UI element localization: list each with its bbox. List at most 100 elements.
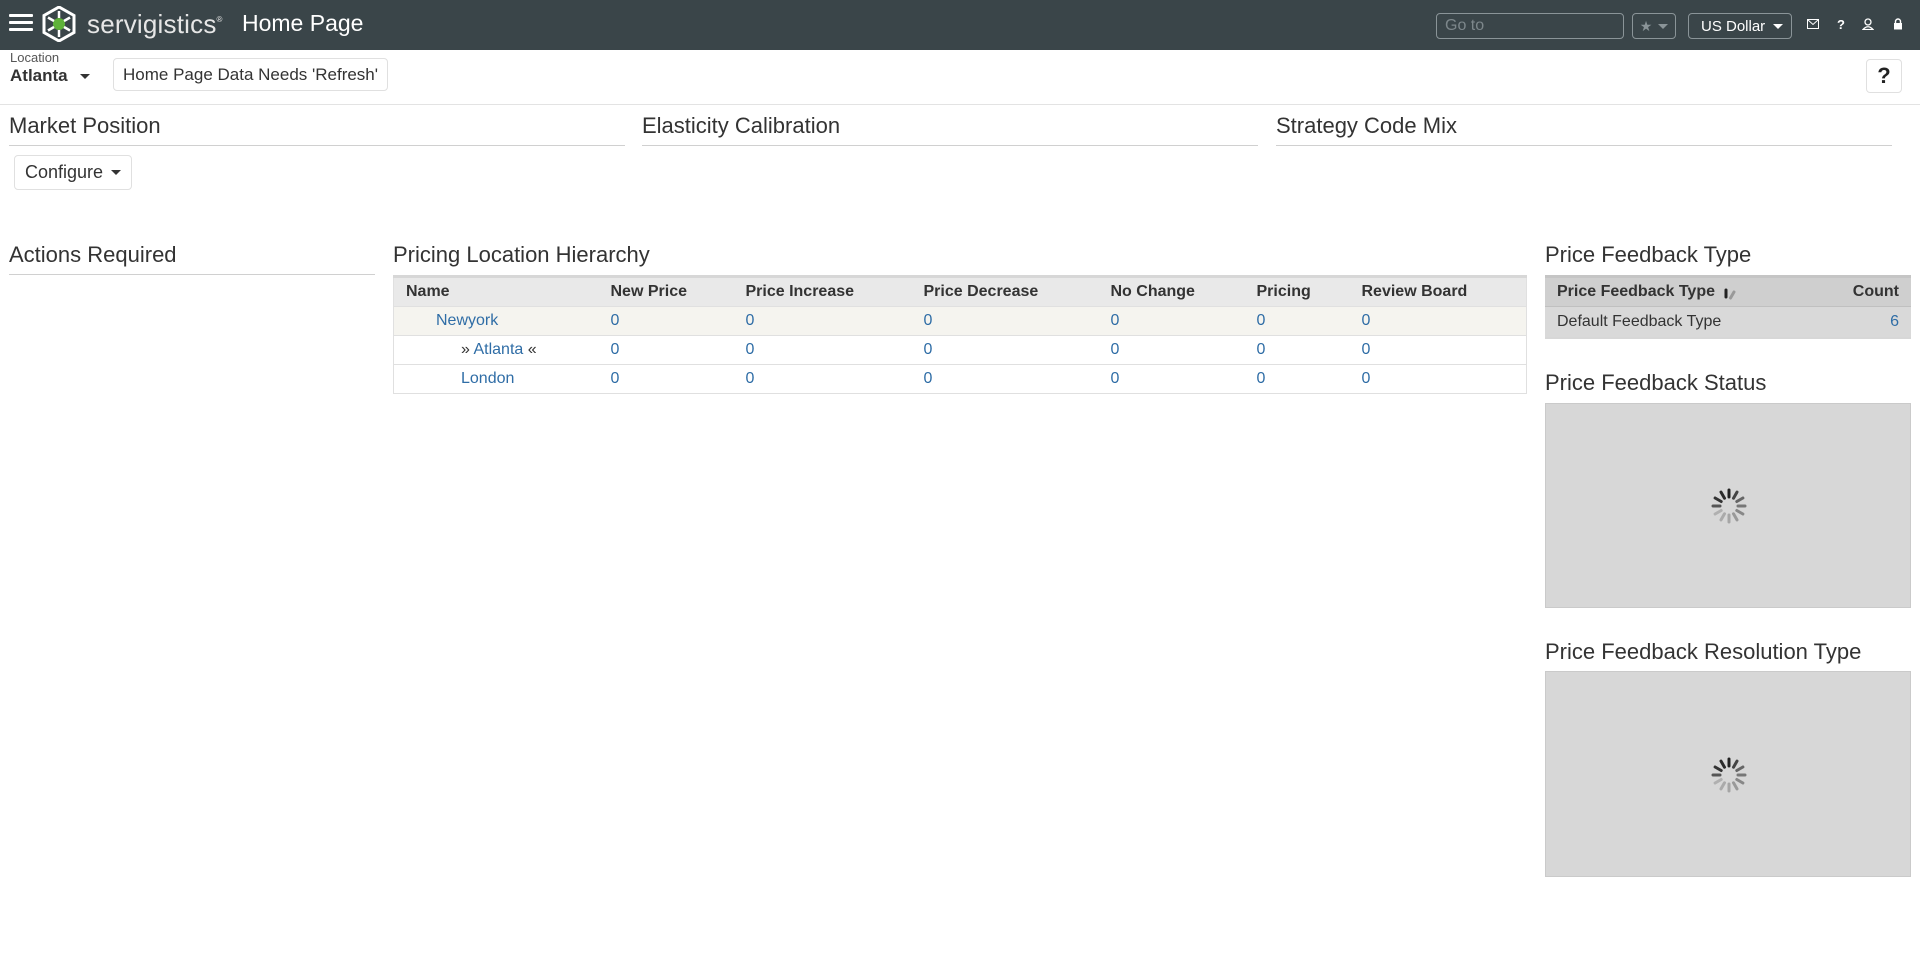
favorites-button[interactable]: ★ xyxy=(1632,13,1676,39)
currency-value: US Dollar xyxy=(1701,17,1766,35)
count-link[interactable]: 0 xyxy=(1362,341,1371,358)
value-cell: 0 xyxy=(1244,364,1350,394)
table-row: » Atlanta « 0 0 0 0 0 0 xyxy=(393,335,1527,365)
refresh-button[interactable]: Home Page Data Needs 'Refresh' xyxy=(113,58,389,91)
location-label: Location xyxy=(10,50,60,65)
value-cell: 0 xyxy=(911,306,1099,336)
loading-spinner-icon xyxy=(1711,757,1747,793)
count-link[interactable]: 0 xyxy=(924,312,933,329)
count-cell: 6 xyxy=(1811,306,1911,337)
count-link[interactable]: 0 xyxy=(1111,312,1120,329)
column-header[interactable]: No Change xyxy=(1098,275,1245,307)
value-cell: 0 xyxy=(911,335,1099,365)
price-feedback-type-heading: Price Feedback Type xyxy=(1545,242,1752,267)
location-dropdown[interactable]: Atlanta xyxy=(10,66,90,86)
goto-input[interactable] xyxy=(1436,13,1624,39)
price-feedback-resolution-type-panel xyxy=(1545,671,1911,877)
current-marker: » xyxy=(461,341,474,358)
currency-select[interactable]: US Dollar xyxy=(1688,13,1792,39)
count-link[interactable]: 0 xyxy=(1257,312,1266,329)
chevron-down-icon xyxy=(79,73,90,79)
mail-icon[interactable] xyxy=(1805,16,1821,32)
servigistics-logo xyxy=(42,6,76,42)
page-title: Home Page xyxy=(242,10,364,36)
brand-text: servigistics xyxy=(87,9,217,39)
location-link[interactable]: Newyork xyxy=(436,312,498,329)
value-cell: 0 xyxy=(1244,306,1350,336)
market-position-heading: Market Position xyxy=(9,113,625,146)
count-link[interactable]: 0 xyxy=(746,370,755,387)
lock-icon[interactable] xyxy=(1890,16,1906,32)
location-value: Atlanta xyxy=(10,66,68,85)
column-header[interactable]: Pricing xyxy=(1244,275,1350,307)
column-header[interactable]: Name xyxy=(393,275,599,307)
name-cell: London xyxy=(393,364,599,394)
value-cell: 0 xyxy=(733,306,912,336)
column-header[interactable]: Price Feedback Type xyxy=(1545,275,1812,307)
count-link[interactable]: 0 xyxy=(924,341,933,358)
count-link[interactable]: 0 xyxy=(1362,370,1371,387)
location-link[interactable]: London xyxy=(461,370,514,387)
configure-label: Configure xyxy=(25,162,104,182)
value-cell: 0 xyxy=(598,364,734,394)
count-link[interactable]: 0 xyxy=(1111,370,1120,387)
count-link[interactable]: 0 xyxy=(611,312,620,329)
price-feedback-status-panel xyxy=(1545,403,1911,608)
count-link[interactable]: 0 xyxy=(1257,370,1266,387)
value-cell: 0 xyxy=(598,335,734,365)
location-link[interactable]: Atlanta xyxy=(473,341,523,358)
count-link[interactable]: 0 xyxy=(746,312,755,329)
table-row: London 0 0 0 0 0 0 xyxy=(393,364,1527,394)
page-help-button[interactable]: ? xyxy=(1866,59,1902,93)
loading-spinner-icon xyxy=(1711,488,1747,524)
chevron-down-icon xyxy=(1773,23,1784,29)
count-link[interactable]: 0 xyxy=(611,370,620,387)
loading-spinner-icon xyxy=(1724,288,1736,300)
value-cell: 0 xyxy=(1098,364,1245,394)
value-cell: 0 xyxy=(1349,306,1527,336)
user-icon[interactable] xyxy=(1860,16,1876,32)
location-bar: Location Atlanta Home Page Data Needs 'R… xyxy=(0,50,1920,105)
value-cell: 0 xyxy=(1098,306,1245,336)
chevron-down-icon xyxy=(111,170,122,175)
value-cell: 0 xyxy=(598,306,734,336)
value-cell: 0 xyxy=(733,335,912,365)
count-link[interactable]: 0 xyxy=(1362,312,1371,329)
current-marker: « xyxy=(523,341,537,358)
count-link[interactable]: 0 xyxy=(746,341,755,358)
price-feedback-resolution-type-heading: Price Feedback Resolution Type xyxy=(1545,639,1862,664)
column-header[interactable]: New Price xyxy=(598,275,734,307)
count-link[interactable]: 0 xyxy=(611,341,620,358)
pricing-location-hierarchy-heading: Pricing Location Hierarchy xyxy=(393,242,650,267)
star-icon: ★ xyxy=(1639,17,1653,34)
count-link[interactable]: 6 xyxy=(1890,313,1899,330)
column-header[interactable]: Price Decrease xyxy=(911,275,1099,307)
column-header[interactable]: Review Board xyxy=(1349,275,1527,307)
strategy-code-mix-heading: Strategy Code Mix xyxy=(1276,113,1892,146)
value-cell: 0 xyxy=(1349,364,1527,394)
elasticity-calibration-heading: Elasticity Calibration xyxy=(642,113,1258,146)
column-header[interactable]: Count xyxy=(1811,275,1911,307)
price-feedback-status-heading: Price Feedback Status xyxy=(1545,370,1767,395)
menu-icon[interactable] xyxy=(9,14,33,34)
name-cell: Newyork xyxy=(393,306,599,336)
value-cell: 0 xyxy=(1244,335,1350,365)
actions-required-heading: Actions Required xyxy=(9,242,375,275)
value-cell: 0 xyxy=(733,364,912,394)
configure-button[interactable]: Configure xyxy=(14,155,133,190)
column-header[interactable]: Price Increase xyxy=(733,275,912,307)
count-link[interactable]: 0 xyxy=(1111,341,1120,358)
count-link[interactable]: 0 xyxy=(924,370,933,387)
brand-name: servigistics® xyxy=(87,9,223,39)
count-link[interactable]: 0 xyxy=(1257,341,1266,358)
top-navigation-bar: servigistics® Home Page ★ US Dollar ? xyxy=(0,0,1920,50)
value-cell: 0 xyxy=(1098,335,1245,365)
chevron-down-icon xyxy=(1658,23,1669,29)
table-header-row: Name New Price Price Increase Price Decr… xyxy=(393,275,1527,307)
value-cell: 0 xyxy=(911,364,1099,394)
value-cell: 0 xyxy=(1349,335,1527,365)
name-cell: » Atlanta « xyxy=(393,335,599,365)
table-row: Newyork 0 0 0 0 0 0 xyxy=(393,306,1527,336)
help-icon[interactable]: ? xyxy=(1833,16,1849,32)
feedback-type-cell: Default Feedback Type xyxy=(1545,306,1812,337)
